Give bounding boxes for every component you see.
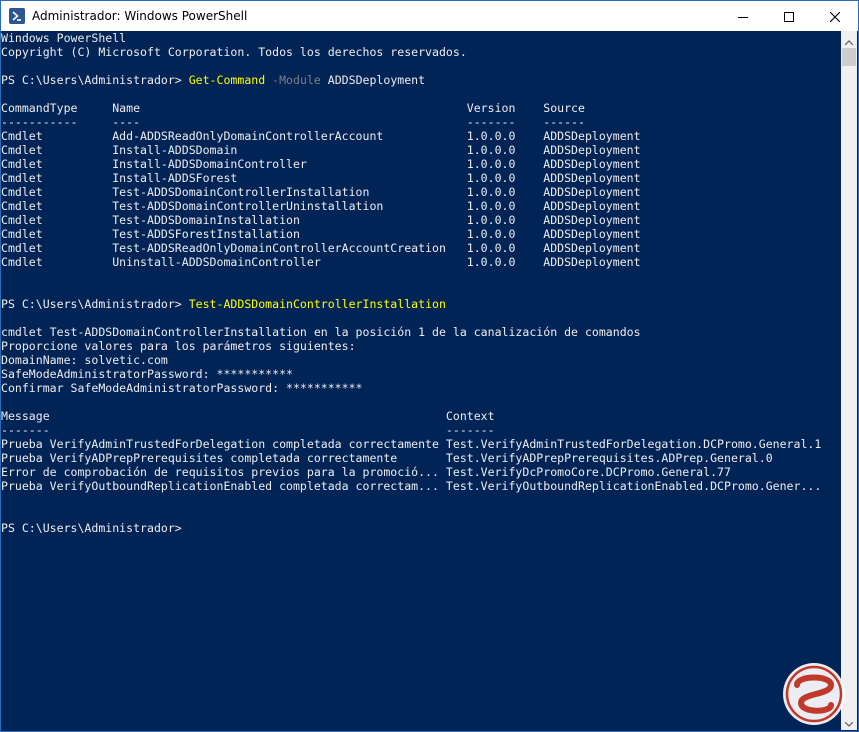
final-prompt: PS C:\Users\Administrador>	[1, 521, 182, 535]
table-underline: ----------- ---- ------- ------	[1, 115, 585, 129]
console-output[interactable]: Windows PowerShell Copyright (C) Microso…	[0, 31, 840, 730]
minimize-icon	[738, 7, 748, 26]
table-row: Cmdlet Install-ADDSDomain 1.0.0.0 ADDSDe…	[1, 143, 641, 157]
table-row: Cmdlet Test-ADDSDomainInstallation 1.0.0…	[1, 213, 641, 227]
table-row: Prueba VerifyADPrepPrerequisites complet…	[1, 451, 773, 465]
minimize-button[interactable]	[720, 1, 766, 31]
table-row: Prueba VerifyAdminTrustedForDelegation c…	[1, 437, 822, 451]
watermark-logo	[781, 661, 847, 727]
header-line: Windows PowerShell	[1, 31, 127, 45]
command: Test-ADDSDomainControllerInstallation	[188, 297, 446, 311]
prompt: PS C:\Users\Administrador>	[1, 73, 189, 87]
command-line: PS C:\Users\Administrador> Test-ADDSDoma…	[1, 297, 446, 311]
powershell-icon	[9, 8, 25, 24]
title-bar[interactable]: Administrador: Windows PowerShell	[1, 1, 858, 31]
close-icon	[829, 7, 841, 26]
window-controls	[720, 1, 858, 31]
table-header: Message Context	[1, 409, 495, 423]
table-row: Cmdlet Test-ADDSReadOnlyDomainController…	[1, 241, 641, 255]
scroll-up-button[interactable]	[841, 31, 857, 48]
table-row: Cmdlet Install-ADDSForest 1.0.0.0 ADDSDe…	[1, 171, 641, 185]
window-title: Administrador: Windows PowerShell	[32, 9, 248, 23]
close-button[interactable]	[812, 1, 858, 31]
table-header: CommandType Name Version Source	[1, 101, 585, 115]
maximize-icon	[784, 7, 794, 26]
parameter-line: DomainName: solvetic.com	[1, 353, 168, 367]
parameter: -Module	[272, 73, 321, 87]
console-text: Windows PowerShell Copyright (C) Microso…	[0, 31, 840, 535]
table-row: Cmdlet Test-ADDSDomainControllerInstalla…	[1, 185, 641, 199]
chevron-up-icon	[844, 30, 854, 49]
parameter-line: SafeModeAdministratorPassword: *********…	[1, 367, 293, 381]
parameter-line: Confirmar SafeModeAdministratorPassword:…	[1, 381, 363, 395]
table-row: Cmdlet Test-ADDSForestInstallation 1.0.0…	[1, 227, 641, 241]
prompt: PS C:\Users\Administrador>	[1, 297, 189, 311]
scroll-thumb[interactable]	[842, 48, 856, 66]
command: Get-Command	[188, 73, 266, 87]
command-line: PS C:\Users\Administrador> Get-Command -…	[1, 73, 425, 87]
prompt: PS C:\Users\Administrador>	[1, 521, 182, 535]
parameter-line: cmdlet Test-ADDSDomainControllerInstalla…	[1, 325, 641, 339]
table-row: Error de comprobación de requisitos prev…	[1, 465, 731, 479]
maximize-button[interactable]	[766, 1, 812, 31]
argument: ADDSDeployment	[327, 73, 426, 87]
vertical-scrollbar[interactable]	[841, 31, 857, 730]
parameter-line: Proporcione valores para los parámetros …	[1, 339, 356, 353]
table-row: Prueba VerifyOutboundReplicationEnabled …	[1, 479, 822, 493]
header-line: Copyright (C) Microsoft Corporation. Tod…	[1, 45, 467, 59]
table-row: Cmdlet Test-ADDSDomainControllerUninstal…	[1, 199, 641, 213]
table-row: Cmdlet Uninstall-ADDSDomainController 1.…	[1, 255, 641, 269]
table-row: Cmdlet Install-ADDSDomainController 1.0.…	[1, 157, 641, 171]
table-underline: ------- -------	[1, 423, 495, 437]
table-row: Cmdlet Add-ADDSReadOnlyDomainControllerA…	[1, 129, 641, 143]
